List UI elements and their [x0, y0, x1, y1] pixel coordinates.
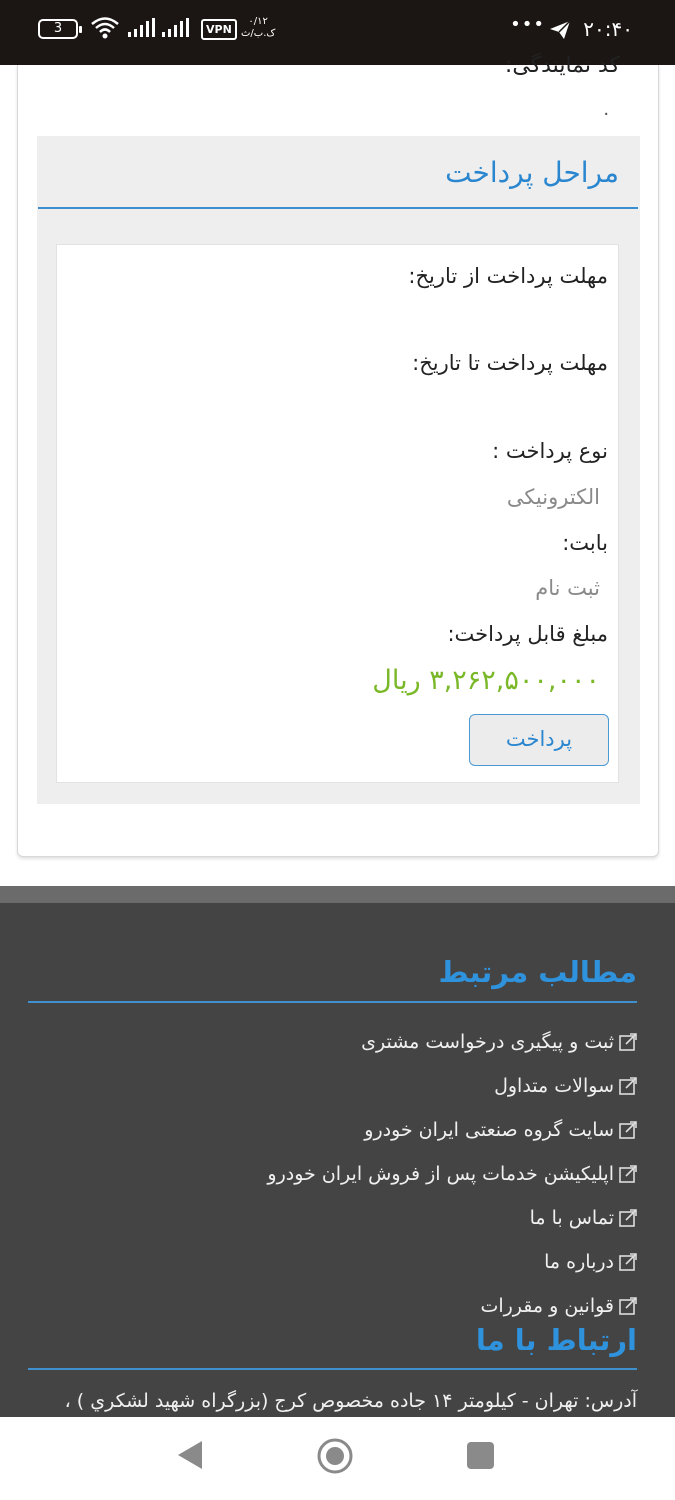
footer-link-label: اپلیکیشن خدمات پس از فروش ایران خودرو — [267, 1163, 614, 1185]
external-link-icon — [618, 1296, 638, 1316]
footer-link-ikco-site[interactable]: سایت گروه صنعتی ایران خودرو — [267, 1108, 638, 1152]
payment-details-box: مهلت پرداخت از تاریخ: مهلت پرداخت تا تار… — [56, 244, 619, 783]
external-link-icon — [618, 1120, 638, 1140]
related-content-title: مطالب مرتبط — [438, 955, 637, 989]
payment-for-value: ثبت نام — [535, 576, 600, 600]
footer-divider — [0, 886, 675, 903]
footer-link-label: سوالات متداول — [494, 1075, 614, 1097]
pay-button[interactable]: پرداخت — [469, 714, 609, 766]
representative-code-value: ۰ — [601, 103, 611, 124]
panel-header: مراحل پرداخت — [38, 136, 638, 209]
external-link-icon — [618, 1208, 638, 1228]
external-link-icon — [618, 1032, 638, 1052]
footer-link-label: درباره ما — [544, 1251, 614, 1273]
payment-type-label: نوع پرداخت : — [492, 439, 608, 463]
home-icon[interactable] — [316, 1437, 354, 1479]
related-title-underline — [28, 1001, 637, 1003]
related-links-list: ثبت و پیگیری درخواست مشتری سوالات متداول… — [267, 1020, 638, 1328]
footer-link-contact-us[interactable]: تماس با ما — [267, 1196, 638, 1240]
external-link-icon — [618, 1164, 638, 1184]
battery-level: 3 — [53, 21, 63, 36]
network-speed: ۰/۱۲ ک.ب/ث — [241, 16, 275, 40]
representative-code-label: کد نمایندگی: — [504, 53, 620, 78]
payment-for-label: بابت: — [562, 531, 608, 555]
external-link-icon — [618, 1252, 638, 1272]
contact-us-title: ارتباط با ما — [475, 1323, 637, 1357]
footer: مطالب مرتبط ثبت و پیگیری درخواست مشتری س… — [0, 903, 675, 1417]
network-speed-value: ۰/۱۲ — [248, 16, 268, 27]
footer-link-label: سایت گروه صنعتی ایران خودرو — [364, 1119, 614, 1141]
back-icon[interactable] — [176, 1439, 204, 1475]
footer-link-terms[interactable]: قوانین و مقررات — [267, 1284, 638, 1328]
telegram-icon — [549, 20, 571, 44]
battery-icon: 3 — [38, 19, 82, 39]
deadline-to-label: مهلت پرداخت تا تاریخ: — [412, 351, 608, 375]
more-notifications-icon: ••• — [510, 14, 545, 35]
amount-value: ۳,۲۶۲,۵۰۰,۰۰۰ ریال — [372, 665, 600, 696]
navigation-bar — [0, 1417, 675, 1500]
amount-label: مبلغ قابل پرداخت: — [447, 622, 608, 646]
recent-apps-icon[interactable] — [467, 1442, 494, 1469]
status-time: ۲۰:۴۰ — [583, 17, 633, 41]
footer-link-customer-request[interactable]: ثبت و پیگیری درخواست مشتری — [267, 1020, 638, 1064]
signal-strength-icon — [162, 18, 192, 42]
footer-link-about-us[interactable]: درباره ما — [267, 1240, 638, 1284]
address-text: آدرس: تهران - کیلومتر ۱۴ جاده مخصوص کرج … — [64, 1390, 637, 1412]
footer-link-after-sales-app[interactable]: اپلیکیشن خدمات پس از فروش ایران خودرو — [267, 1152, 638, 1196]
external-link-icon — [618, 1076, 638, 1096]
footer-link-label: ثبت و پیگیری درخواست مشتری — [361, 1031, 614, 1053]
panel-title: مراحل پرداخت — [445, 156, 619, 189]
footer-link-label: قوانین و مقررات — [480, 1295, 614, 1317]
signal-strength-icon — [128, 18, 156, 42]
content-card: کد نمایندگی: ۰ مراحل پرداخت مهلت پرداخت … — [17, 53, 659, 857]
footer-link-label: تماس با ما — [529, 1207, 614, 1229]
vpn-icon: VPN — [201, 19, 237, 40]
payment-type-value: الکترونیکی — [506, 485, 600, 509]
deadline-from-label: مهلت پرداخت از تاریخ: — [408, 264, 608, 288]
contact-title-underline — [28, 1368, 637, 1370]
network-speed-unit: ک.ب/ث — [241, 28, 276, 39]
payment-steps-panel: مراحل پرداخت مهلت پرداخت از تاریخ: مهلت … — [37, 136, 640, 804]
footer-link-faq[interactable]: سوالات متداول — [267, 1064, 638, 1108]
wifi-icon — [90, 16, 120, 44]
